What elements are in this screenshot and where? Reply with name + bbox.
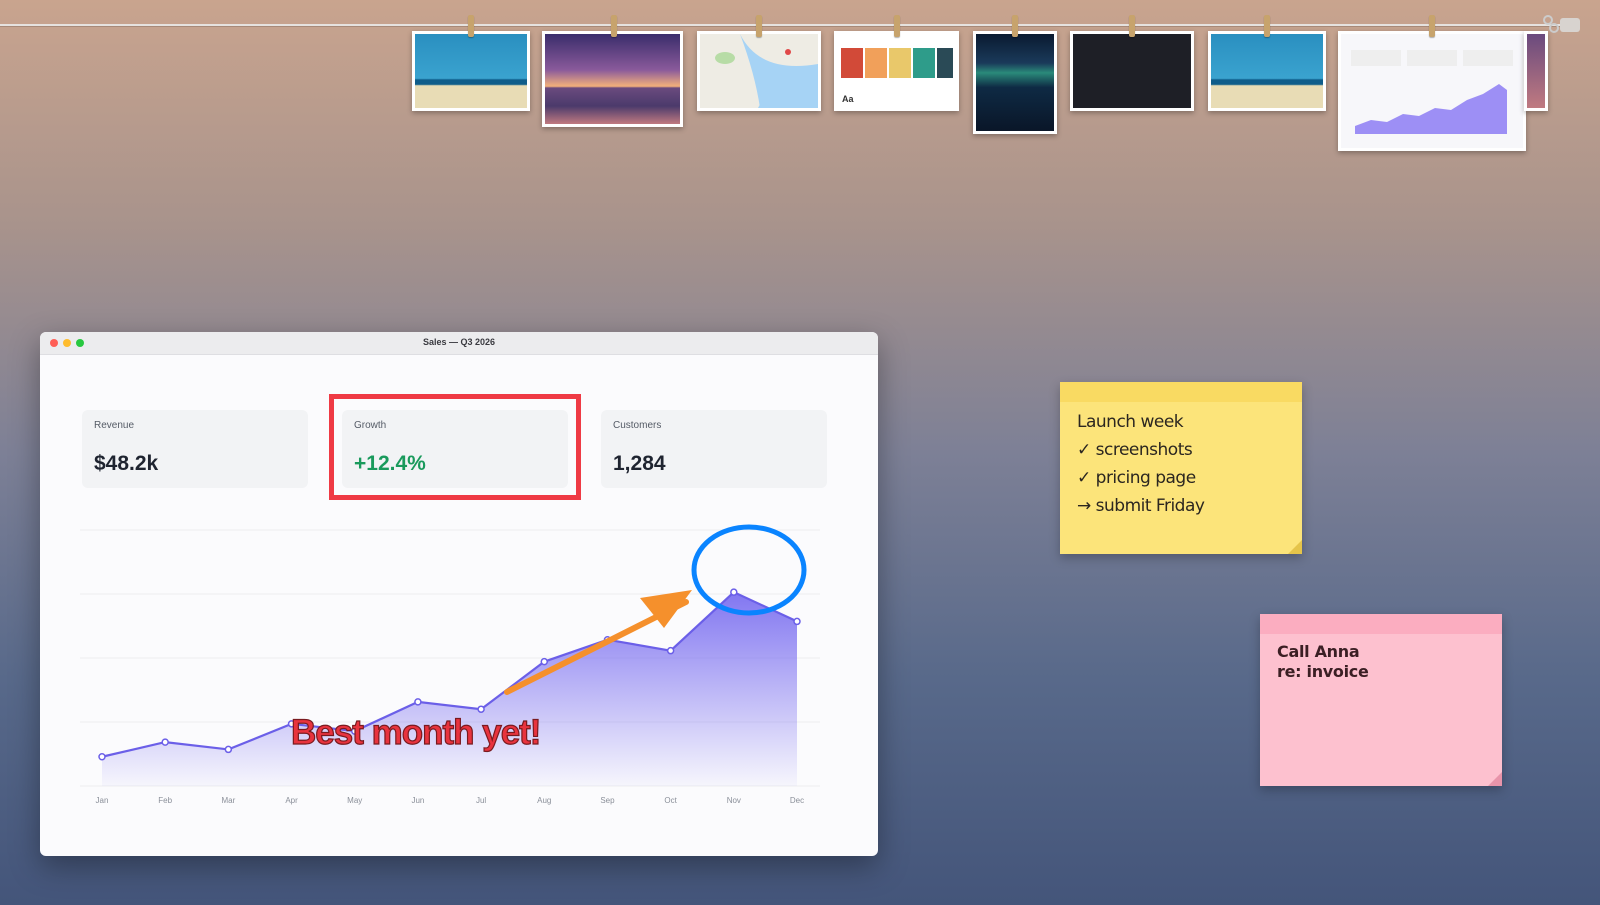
photo-sunset-mountains[interactable] — [542, 31, 683, 127]
sticky-note-call-anna[interactable]: Call Anna re: invoice — [1260, 614, 1502, 786]
x-tick-label: Sep — [600, 796, 615, 805]
chart-point-jun[interactable] — [414, 698, 422, 706]
sticky-note-line: Call Anna — [1277, 642, 1360, 661]
chart-point-aug[interactable] — [540, 657, 549, 666]
photo-aurora[interactable] — [973, 31, 1057, 134]
sticky-note-fold — [1488, 772, 1502, 786]
sales-dashboard-window[interactable]: Sales — Q3 2026 Revenue $48.2k Growth +1… — [40, 332, 878, 856]
clothespin — [756, 15, 762, 37]
best-month-callout: Best month yet! — [291, 713, 540, 752]
x-tick-label: Jan — [96, 796, 109, 805]
photo-map[interactable] — [697, 31, 821, 111]
photo-beach-1[interactable] — [412, 31, 530, 111]
clothespin — [894, 15, 900, 37]
x-tick-label: Nov — [727, 796, 741, 805]
x-tick-label: Aug — [537, 796, 551, 805]
sticky-note-line: ✓ pricing page — [1077, 468, 1196, 488]
sticky-note-band — [1260, 614, 1502, 634]
sticky-note-fold — [1288, 540, 1302, 554]
sticky-note-line: → submit Friday — [1077, 496, 1205, 516]
x-tick-label: Feb — [158, 796, 172, 805]
chart-point-jan[interactable] — [98, 752, 106, 761]
clothespin — [1429, 15, 1435, 37]
x-tick-label: Dec — [790, 796, 804, 805]
sticky-note-line: re: invoice — [1277, 662, 1369, 681]
sticky-note-line: ✓ screenshots — [1077, 440, 1193, 460]
chart-point-nov[interactable] — [730, 588, 738, 596]
photo-dashboard[interactable] — [1338, 31, 1526, 151]
chart-point-dec[interactable] — [793, 617, 801, 626]
chart-point-mar[interactable] — [224, 745, 233, 754]
clothesline — [0, 24, 1560, 26]
x-tick-label: Apr — [285, 796, 298, 805]
x-tick-label: Jun — [411, 796, 424, 805]
clothespin — [1129, 15, 1135, 37]
clothespin — [1012, 15, 1018, 37]
sticky-note-line: Launch week — [1077, 412, 1184, 432]
x-tick-label: Mar — [221, 796, 235, 805]
x-tick-label: May — [347, 796, 362, 805]
sticky-note-launch-week[interactable]: Launch week ✓ screenshots ✓ pricing page… — [1060, 382, 1302, 554]
chart-point-feb[interactable] — [161, 738, 169, 746]
chart-point-jul[interactable] — [477, 705, 485, 713]
sticky-note-band — [1060, 382, 1302, 402]
photo-color-palette[interactable]: Aa — [834, 31, 959, 111]
chart-point-oct[interactable] — [666, 646, 675, 655]
clothespin — [611, 15, 617, 37]
sales-area-chart: Jan Feb Mar Apr May Jun Jul Aug Sep Oct Nov Dec Bes… — [80, 524, 820, 805]
clothespin — [1264, 15, 1270, 37]
clothespin — [468, 15, 474, 37]
photo-code-editor[interactable] — [1070, 31, 1194, 111]
photo-beach-2[interactable] — [1208, 31, 1326, 111]
photo-partial-edge[interactable] — [1524, 31, 1548, 111]
chart-area-fill — [102, 592, 797, 786]
x-tick-label: Oct — [664, 796, 677, 805]
x-tick-label: Jul — [476, 796, 486, 805]
